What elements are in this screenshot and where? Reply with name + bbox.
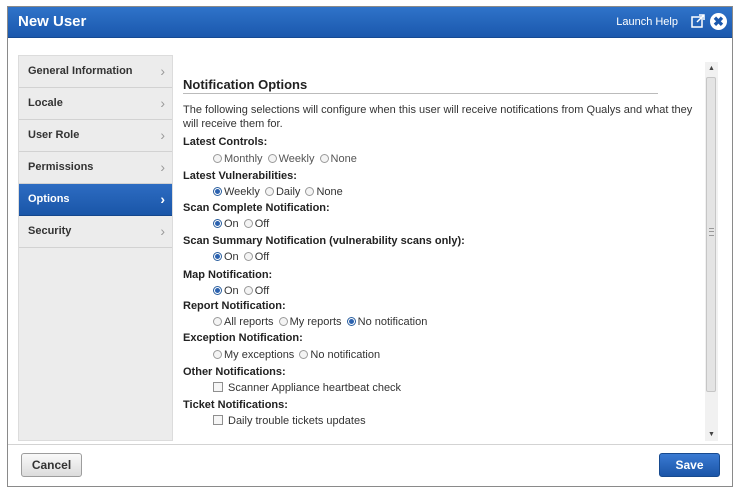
radio-off[interactable] (243, 219, 253, 228)
sidebar-item-label: Locale (28, 97, 63, 109)
other-notifications-options: Scanner Appliance heartbeat check (213, 382, 401, 394)
map-notification-label: Map Notification: (183, 269, 273, 281)
scan-summary-label: Scan Summary Notification (vulnerability… (183, 235, 465, 247)
latest-controls-options: Monthly Weekly None (213, 153, 359, 165)
exception-notification-options: My exceptions No notification (213, 349, 382, 361)
chevron-right-icon: › (160, 223, 165, 239)
grip-icon (709, 228, 714, 236)
sidebar-item-label: General Information (28, 65, 133, 77)
ticket-notifications-label: Ticket Notifications: (183, 399, 288, 411)
notification-options-panel: Notification Options The following selec… (183, 62, 703, 441)
dialog-footer-divider (8, 444, 732, 445)
description-text: The following selections will configure … (183, 104, 693, 130)
radio-no-notification[interactable] (299, 350, 309, 359)
radio-weekly[interactable] (213, 187, 222, 196)
scrollbar-thumb[interactable] (706, 77, 716, 392)
new-user-dialog: New User Launch Help ✖ General Informati… (7, 6, 733, 487)
chevron-right-icon: › (160, 127, 165, 143)
sidebar-item-options[interactable]: Options › (19, 184, 172, 216)
checkbox-label: Scanner Appliance heartbeat check (228, 382, 402, 394)
dialog-titlebar: New User Launch Help ✖ (8, 7, 732, 38)
radio-my-reports[interactable] (278, 317, 288, 326)
sidebar-item-label: User Role (28, 129, 80, 141)
latest-controls-label: Latest Controls: (183, 136, 268, 148)
radio-weekly[interactable] (267, 154, 277, 163)
scroll-down-icon[interactable]: ▼ (705, 428, 718, 441)
ticket-updates-checkbox[interactable] (213, 415, 223, 425)
chevron-right-icon: › (160, 63, 165, 79)
radio-monthly[interactable] (213, 154, 222, 163)
report-notification-options: All reports My reports No notification (213, 316, 429, 328)
radio-on[interactable] (213, 286, 222, 295)
other-notifications-label: Other Notifications: (183, 366, 286, 378)
sidebar-item-label: Permissions (28, 161, 94, 173)
heartbeat-checkbox[interactable] (213, 382, 223, 392)
checkbox-label: Daily trouble tickets updates (228, 415, 366, 427)
close-icon[interactable]: ✖ (710, 13, 727, 30)
sidebar-item-security[interactable]: Security › (19, 216, 172, 248)
radio-on[interactable] (213, 219, 222, 228)
vertical-scrollbar[interactable]: ▲ ▼ (705, 62, 718, 441)
radio-daily[interactable] (264, 187, 274, 196)
radio-none[interactable] (319, 154, 329, 163)
sidebar-item-label: Options (28, 193, 70, 205)
scan-summary-options: On Off (213, 251, 271, 263)
sidebar-item-general-information[interactable]: General Information › (19, 56, 172, 88)
map-notification-options: On Off (213, 285, 271, 297)
report-notification-label: Report Notification: (183, 300, 286, 312)
scroll-up-icon[interactable]: ▲ (705, 62, 718, 75)
radio-off[interactable] (243, 252, 253, 261)
latest-vulnerabilities-label: Latest Vulnerabilities: (183, 170, 297, 182)
chevron-right-icon: › (160, 191, 165, 207)
sidebar-nav: General Information › Locale › User Role… (18, 55, 173, 441)
sidebar-item-label: Security (28, 225, 72, 237)
radio-my-exceptions[interactable] (213, 350, 222, 359)
exception-notification-label: Exception Notification: (183, 332, 303, 344)
radio-all-reports[interactable] (213, 317, 222, 326)
chevron-right-icon: › (160, 95, 165, 111)
sidebar-item-locale[interactable]: Locale › (19, 88, 172, 120)
radio-off[interactable] (243, 286, 253, 295)
chevron-right-icon: › (160, 159, 165, 175)
sidebar-item-permissions[interactable]: Permissions › (19, 152, 172, 184)
save-button[interactable]: Save (659, 453, 720, 477)
popout-icon[interactable] (691, 14, 705, 28)
page-title: Notification Options (183, 77, 658, 94)
latest-vulnerabilities-options: Weekly Daily None (213, 186, 345, 198)
scan-complete-label: Scan Complete Notification: (183, 202, 330, 214)
radio-no-notification[interactable] (346, 317, 356, 326)
radio-none[interactable] (305, 187, 315, 196)
dialog-title: New User (18, 13, 87, 30)
cancel-button[interactable]: Cancel (21, 453, 82, 477)
sidebar-item-user-role[interactable]: User Role › (19, 120, 172, 152)
scan-complete-options: On Off (213, 218, 271, 230)
radio-on[interactable] (213, 252, 222, 261)
launch-help-link[interactable]: Launch Help (616, 16, 678, 28)
ticket-notifications-options: Daily trouble tickets updates (213, 415, 366, 427)
